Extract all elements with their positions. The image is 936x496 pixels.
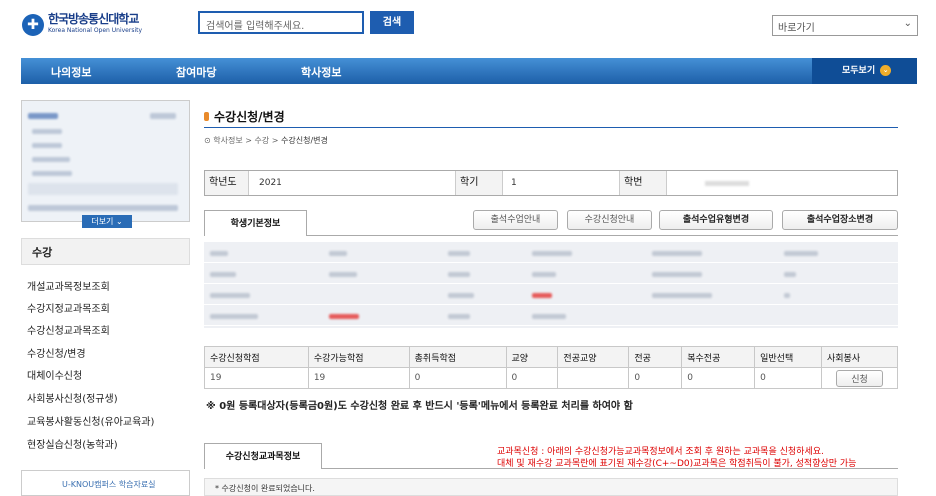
header-cell: 사회봉사 bbox=[821, 346, 898, 368]
goto-label: 바로가기 bbox=[778, 23, 815, 34]
more-button[interactable]: 더보기 ⌄ bbox=[82, 215, 132, 228]
social-service-apply-button[interactable]: 신청 bbox=[836, 369, 883, 387]
logo-english: Korea National Open University bbox=[48, 27, 143, 34]
goto-select[interactable]: 바로가기 ⌄ bbox=[772, 15, 918, 36]
year-label: 학년도 bbox=[205, 171, 249, 195]
nav-item-myinfo[interactable]: 나의정보 bbox=[51, 64, 91, 80]
logo-icon: ✚ bbox=[22, 14, 44, 36]
sidebar-item-social-service[interactable]: 사회봉사신청(정규생) bbox=[27, 390, 118, 405]
cell: 19 bbox=[307, 367, 410, 389]
header-cell: 복수전공 bbox=[681, 346, 756, 368]
chevron-down-icon: ⌄ bbox=[115, 217, 123, 226]
cell: 0 bbox=[408, 367, 507, 389]
sidebar-item-substitute[interactable]: 대체이수신청 bbox=[27, 367, 82, 382]
page-title: 수강신청/변경 bbox=[204, 108, 285, 125]
cell: 신청 bbox=[821, 367, 898, 389]
chevron-down-icon: ⌄ bbox=[903, 18, 912, 29]
registration-notice: ※ 0원 등록대상자(등록금0원)도 수강신청 완료 후 반드시 '등록'메뉴에… bbox=[206, 401, 633, 412]
sidebar-item-field-practice[interactable]: 현장실습신청(농학과) bbox=[27, 436, 118, 451]
sidebar-item-applied[interactable]: 수강신청교과목조회 bbox=[27, 322, 110, 337]
completion-message: * 수강신청이 완료되었습니다. bbox=[204, 478, 898, 496]
attendance-place-change-button[interactable]: 출석수업장소변경 bbox=[782, 210, 898, 230]
year-value: 2021 bbox=[259, 178, 282, 188]
top-nav: 나의정보 참여마당 학사정보 bbox=[21, 58, 917, 84]
sidebar-item-apply-change[interactable]: 수강신청/변경 bbox=[27, 345, 86, 360]
header-cell: 수강신청학점 bbox=[204, 346, 309, 368]
sidebar-item-edu-service[interactable]: 교육봉사활동신청(유아교육과) bbox=[27, 413, 154, 428]
view-all-button[interactable]: 모두보기 ⌄ bbox=[812, 58, 917, 84]
bullet-icon bbox=[204, 112, 209, 121]
semester-label: 학기 bbox=[455, 171, 503, 195]
header-cell: 전공 bbox=[628, 346, 683, 368]
credit-summary-table: 수강신청학점 수강가능학점 총취득학점 교양 전공교양 전공 복수전공 일반선택… bbox=[204, 346, 898, 389]
attendance-guide-button[interactable]: 출석수업안내 bbox=[473, 210, 558, 230]
chevron-down-icon: ⌄ bbox=[880, 65, 892, 76]
student-info-bar: 학년도 2021 학기 1 학번 bbox=[204, 170, 898, 196]
table-header-row: 수강신청학점 수강가능학점 총취득학점 교양 전공교양 전공 복수전공 일반선택… bbox=[204, 346, 898, 368]
view-all-label: 모두보기 bbox=[842, 66, 876, 76]
retake-note: 대체 및 재수강 교과목란에 표기된 재수강(C+~D0)교과목은 학점취득이 … bbox=[497, 459, 857, 469]
tab-course-info[interactable]: 수강신청교과목정보 bbox=[204, 443, 322, 469]
page-title-text: 수강신청/변경 bbox=[214, 110, 285, 124]
tab-student-basic-info[interactable]: 학생기본정보 bbox=[204, 210, 307, 236]
breadcrumb-item[interactable]: 학사정보 bbox=[213, 136, 242, 145]
breadcrumb-current: 수강신청/변경 bbox=[281, 136, 328, 145]
student-basic-info-grid bbox=[204, 242, 898, 328]
cell: 0 bbox=[628, 367, 683, 389]
university-logo[interactable]: ✚ 한국방송통신대학교 Korea National Open Universit… bbox=[22, 12, 187, 38]
student-id-label: 학번 bbox=[619, 171, 667, 195]
tab-divider bbox=[307, 235, 898, 236]
sidebar-section-title: 수강 bbox=[21, 238, 190, 265]
student-id-value bbox=[705, 181, 749, 186]
nav-item-community[interactable]: 참여마당 bbox=[176, 64, 216, 80]
sidebar-item-course-open[interactable]: 개설교과목정보조회 bbox=[27, 278, 110, 293]
header-cell: 일반선택 bbox=[754, 346, 822, 368]
title-divider bbox=[204, 127, 898, 128]
campus-banner[interactable]: U-KNOU캠퍼스 학습자료실 bbox=[21, 470, 190, 496]
breadcrumb: ⊙ 학사정보 > 수강 > 수강신청/변경 bbox=[204, 136, 328, 145]
breadcrumb-item[interactable]: 수강 bbox=[255, 136, 270, 145]
cell: 0 bbox=[754, 367, 822, 389]
search-input[interactable]: 검색어를 입력해주세요. bbox=[198, 11, 364, 34]
more-label: 더보기 bbox=[91, 217, 114, 226]
header-cell: 수강가능학점 bbox=[307, 346, 410, 368]
logo-korean: 한국방송통신대학교 bbox=[48, 12, 139, 26]
cell bbox=[557, 367, 630, 389]
cell: 19 bbox=[204, 367, 309, 389]
attendance-type-change-button[interactable]: 출석수업유형변경 bbox=[659, 210, 773, 230]
header-cell: 총취득학점 bbox=[408, 346, 507, 368]
nav-item-academic[interactable]: 학사정보 bbox=[301, 64, 341, 80]
table-row: 19 19 0 0 0 0 0 신청 bbox=[204, 367, 898, 389]
header-cell: 전공교양 bbox=[557, 346, 630, 368]
home-icon: ⊙ bbox=[204, 136, 211, 145]
semester-value: 1 bbox=[511, 178, 517, 188]
sidebar-item-designated[interactable]: 수강지정교과목조회 bbox=[27, 300, 110, 315]
user-profile-box bbox=[21, 100, 190, 222]
header-cell: 교양 bbox=[505, 346, 559, 368]
cell: 0 bbox=[681, 367, 756, 389]
search-button[interactable]: 검색 bbox=[370, 11, 414, 34]
cell: 0 bbox=[505, 367, 559, 389]
registration-guide-button[interactable]: 수강신청안내 bbox=[567, 210, 652, 230]
